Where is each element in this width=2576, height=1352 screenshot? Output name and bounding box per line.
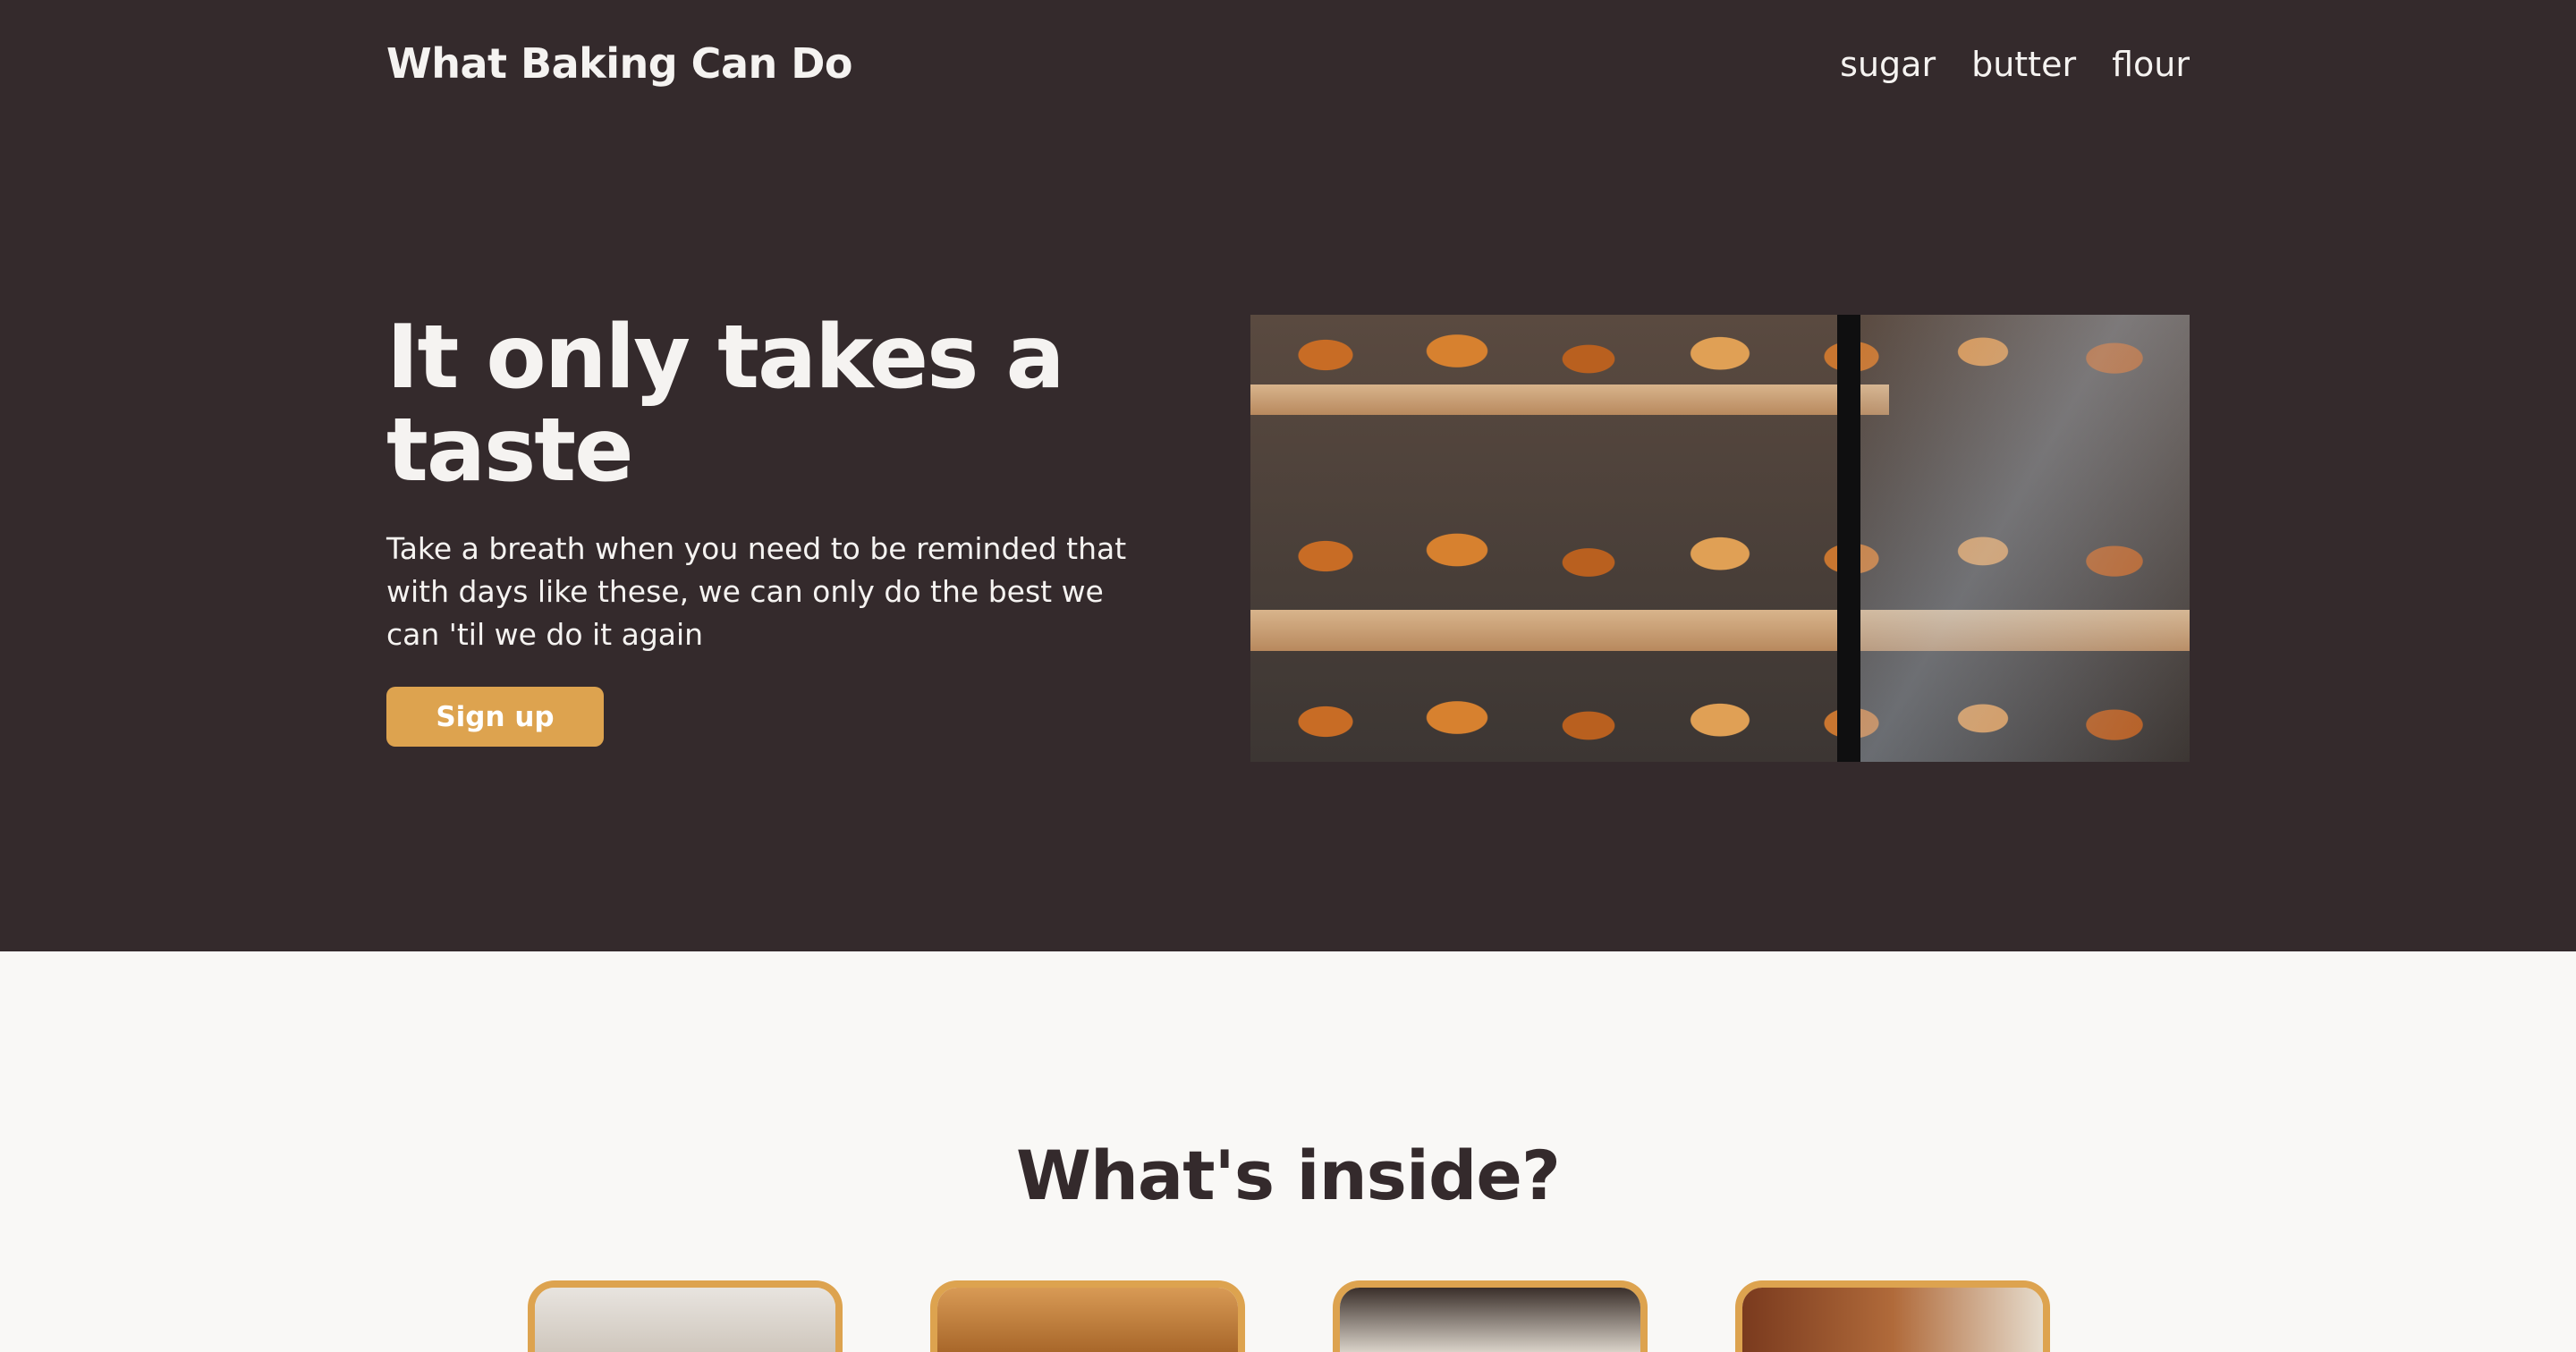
glass-reflection xyxy=(1859,315,2190,762)
card-image-1 xyxy=(535,1288,835,1352)
hero-title: It only takes a taste xyxy=(386,307,1065,502)
page: What Baking Can Do sugar butter flour It… xyxy=(0,0,2576,1352)
card-image-4 xyxy=(1742,1288,2043,1352)
inside-card-3[interactable] xyxy=(1333,1280,1648,1352)
site-brand[interactable]: What Baking Can Do xyxy=(386,39,853,88)
nav-link-butter[interactable]: butter xyxy=(1971,45,2076,84)
inside-card-2[interactable] xyxy=(930,1280,1245,1352)
hero-section: What Baking Can Do sugar butter flour It… xyxy=(0,0,2576,951)
nav-link-sugar[interactable]: sugar xyxy=(1840,45,1936,84)
display-frame xyxy=(1837,315,1860,762)
inside-card-4[interactable] xyxy=(1735,1280,2050,1352)
whats-inside-heading: What's inside? xyxy=(1016,1136,1561,1215)
card-image-2 xyxy=(937,1288,1238,1352)
inside-card-1[interactable] xyxy=(528,1280,843,1352)
card-image-3 xyxy=(1340,1288,1640,1352)
shelf-top xyxy=(1250,384,1889,415)
nav-link-flour[interactable]: flour xyxy=(2112,45,2190,84)
hero-description: Take a breath when you need to be remind… xyxy=(386,531,1127,652)
main-nav: sugar butter flour xyxy=(1840,45,2190,84)
signup-button[interactable]: Sign up xyxy=(386,687,604,747)
bakery-display-image xyxy=(1250,315,2190,762)
